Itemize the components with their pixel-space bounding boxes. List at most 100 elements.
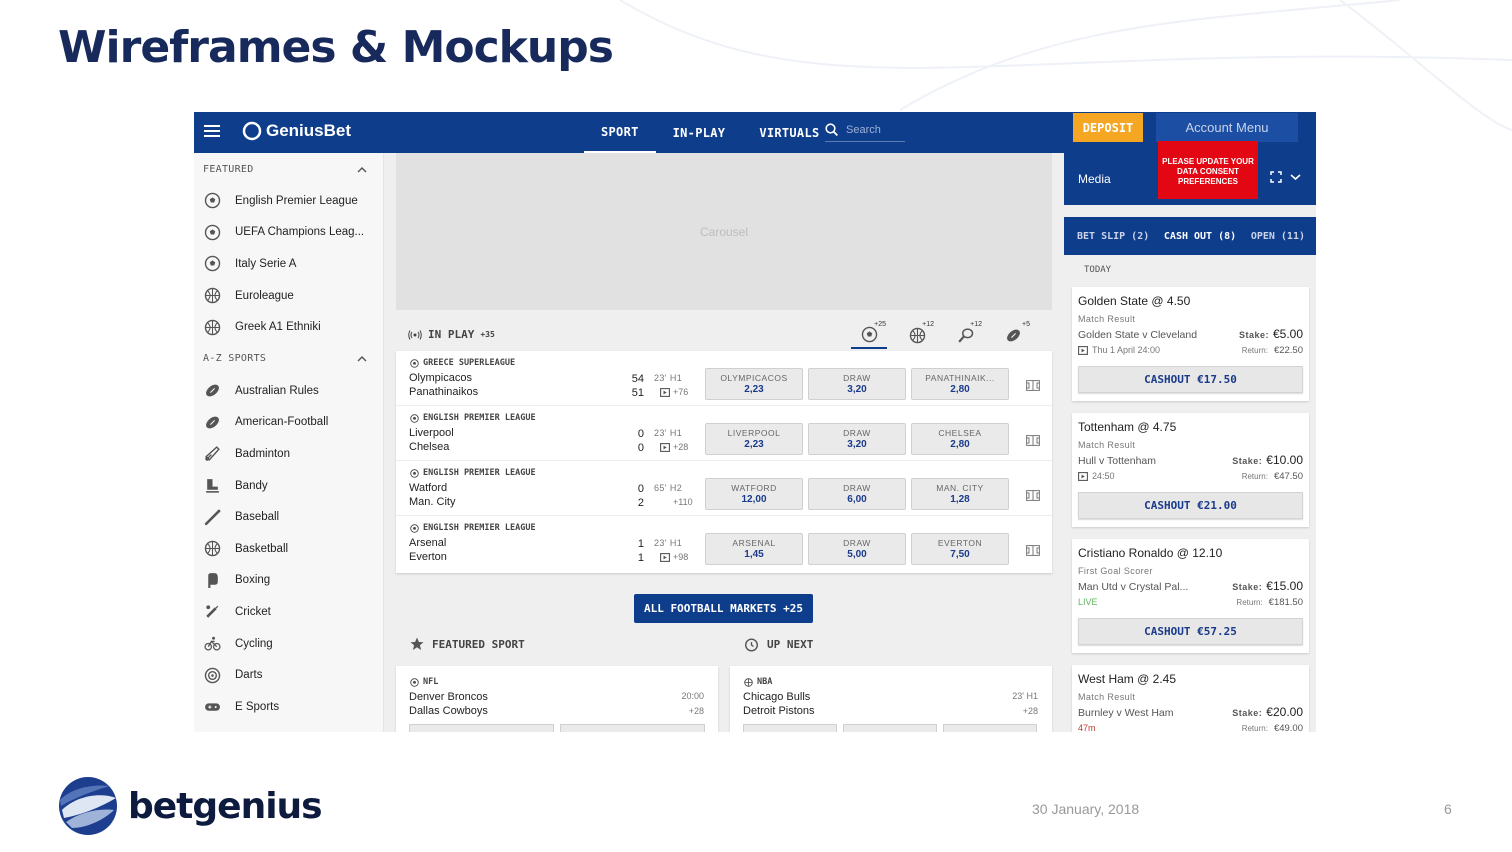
odds-button[interactable] [743,724,837,732]
bet-time: 47m [1078,723,1096,732]
stats-pitch-icon[interactable] [1026,435,1040,446]
cash-out-bet-card: Cristiano Ronaldo @ 12.10 First Goal Scor… [1072,539,1309,653]
all-football-markets-button[interactable]: ALL FOOTBALL MARKETS +25 [634,594,813,623]
odds-button[interactable]: EVERTON 7,50 [911,533,1009,565]
event-score-1: 54 [631,373,644,385]
cashout-button[interactable]: CASHOUT €57.25 [1078,618,1303,645]
sidebar-item[interactable]: Greek A1 Ethniki [194,311,383,343]
bet-slip-tabs: BET SLIP (2) CASH OUT (8) OPEN (11) [1064,217,1316,255]
data-consent-alert[interactable]: PLEASE UPDATE YOUR DATA CONSENT PREFEREN… [1158,141,1258,199]
sport-tab[interactable]: +25 [851,321,887,349]
sidebar-item[interactable]: E Sports [194,691,383,723]
odds-button[interactable] [843,724,937,732]
deposit-button[interactable]: DEPOSIT [1073,113,1143,142]
hamburger-menu-icon[interactable] [204,122,220,142]
event-score-1: 1 [637,538,644,550]
cashout-button[interactable]: CASHOUT €21.00 [1078,492,1303,519]
featured-header[interactable]: FEATURED [194,153,383,185]
bet-return: Return: €181.50 [1236,597,1303,608]
odds-value: 2,23 [744,439,764,450]
sidebar-item[interactable]: Basketball [194,533,383,565]
odds-label: EVERTON [937,538,983,548]
odds-button[interactable] [943,724,1037,732]
football-icon [410,413,419,423]
event-team-2: Chelsea [409,441,450,453]
chevron-down-icon[interactable] [1290,173,1301,181]
odds-button[interactable]: DRAW 6,00 [808,478,906,510]
search-field[interactable]: Search [825,118,905,142]
nav-tab-sport[interactable]: SPORT [584,112,656,153]
cashout-button[interactable]: CASHOUT €17.50 [1078,366,1303,393]
event-stats[interactable] [1026,378,1040,396]
shuttlecock-icon [205,446,220,462]
sidebar-item[interactable]: Badminton [194,438,383,470]
bet-stake: Stake: €10.00 [1232,453,1303,467]
odds-button[interactable]: CHELSEA 2,80 [911,423,1009,455]
event-clock: 23' H1 [654,538,683,548]
bet-slip-tab[interactable]: OPEN (11) [1251,231,1305,242]
event-extra-count: +98 [673,552,689,562]
sidebar-item[interactable]: Baseball [194,501,383,533]
sidebar-item-label: Cricket [235,605,271,618]
carousel[interactable]: Carousel [396,153,1052,310]
sidebar-item[interactable]: UEFA Champions Leag... [194,217,383,249]
odds-button[interactable]: ARSENAL 1,45 [705,533,803,565]
sidebar-item[interactable]: Cycling [194,628,383,660]
odds-button[interactable] [409,724,554,732]
odds-button[interactable]: DRAW 3,20 [808,368,906,400]
bet-match: Burnley v West Ham [1078,707,1174,719]
sports-sidebar: FEATURED English Premier League UEFA Cham… [194,153,384,732]
odds-button[interactable]: OLYMPICACOS 2,23 [705,368,803,400]
event-row[interactable]: ENGLISH PREMIER LEAGUE Arsenal Everton 1 1 23… [396,516,1052,571]
event-row[interactable]: ENGLISH PREMIER LEAGUE Watford Man. City 0 2… [396,461,1052,516]
event-row[interactable]: ENGLISH PREMIER LEAGUE Liverpool Chelsea 0 0… [396,406,1052,461]
odds-button[interactable]: DRAW 5,00 [808,533,906,565]
glove-icon [208,572,218,588]
sport-tab[interactable]: +5 [995,321,1031,349]
sidebar-item[interactable]: American-Football [194,407,383,439]
sidebar-item[interactable]: Italy Serie A [194,248,383,280]
sidebar-item[interactable]: Bandy [194,470,383,502]
card-team-2: Dallas Cowboys [409,705,488,717]
odds-button[interactable]: LIVERPOOL 2,23 [705,423,803,455]
sidebar-item[interactable]: Australian Rules [194,375,383,407]
rugby-ball-icon [206,416,219,429]
in-play-count: +35 [480,330,495,339]
sidebar-item[interactable]: Boxing [194,565,383,597]
odds-button[interactable]: MAN. CITY 1,28 [911,478,1009,510]
fullscreen-icon[interactable] [1270,171,1282,183]
event-clock: 23' H1 [654,428,683,438]
az-sports-header[interactable]: A-Z SPORTS [194,343,383,375]
odds-value: 3,20 [847,439,867,450]
up-next-card[interactable]: NBA Chicago Bulls Detroit Pistons 23' H1… [730,666,1052,732]
sidebar-item[interactable]: Darts [194,659,383,691]
nav-tab-in-play[interactable]: IN-PLAY [656,112,743,153]
bet-slip-tab[interactable]: CASH OUT (8) [1164,231,1236,242]
bet-selection: Golden State @ 4.50 [1078,294,1191,308]
account-menu-button[interactable]: Account Menu [1156,113,1298,142]
event-stats[interactable] [1026,488,1040,506]
sidebar-item[interactable]: Cricket [194,596,383,628]
event-team-1: Liverpool [409,427,454,439]
sidebar-item[interactable]: Euroleague [194,280,383,312]
event-row[interactable]: GREECE SUPERLEAGUE Olympicacos Panathinaik… [396,351,1052,406]
card-team-2: Detroit Pistons [743,705,815,717]
bet-time: 24:50 [1078,471,1115,481]
odds-button[interactable] [560,724,705,732]
featured-sport-card[interactable]: NFL Denver Broncos Dallas Cowboys 20:00 … [396,666,718,732]
odds-button[interactable]: DRAW 3,20 [808,423,906,455]
odds-button[interactable]: WATFORD 12,00 [705,478,803,510]
stats-pitch-icon[interactable] [1026,545,1040,556]
sidebar-item[interactable]: English Premier League [194,185,383,217]
event-stats[interactable] [1026,433,1040,451]
event-stats[interactable] [1026,543,1040,561]
in-play-label: IN PLAY [428,328,475,341]
geniusbet-logo[interactable]: GeniusBet [242,121,351,141]
sport-tab[interactable]: +12 [899,321,935,349]
odds-button[interactable]: PANATHINAIK... 2,80 [911,368,1009,400]
sport-tab[interactable]: +12 [947,321,983,349]
nav-tab-virtuals[interactable]: VIRTUALS [742,112,836,153]
stats-pitch-icon[interactable] [1026,380,1040,391]
stats-pitch-icon[interactable] [1026,490,1040,501]
bet-slip-tab[interactable]: BET SLIP (2) [1077,231,1149,242]
